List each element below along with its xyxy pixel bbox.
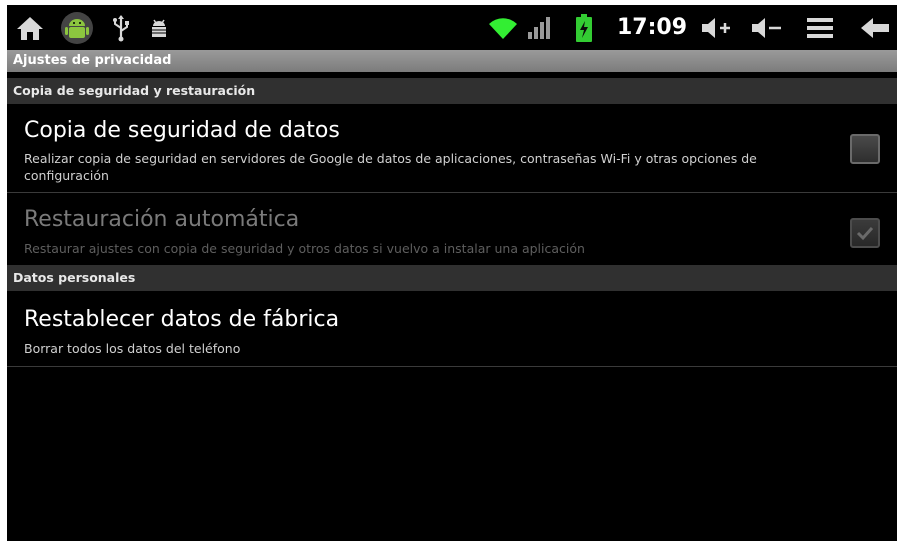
auto-restore-checkbox[interactable] — [850, 218, 880, 248]
pref-summary: Realizar copia de seguridad en servidore… — [24, 151, 757, 183]
pref-auto-restore[interactable]: Restauración automática Restaurar ajuste… — [7, 193, 897, 265]
checkmark-icon — [856, 226, 874, 241]
debug-icon — [147, 5, 171, 50]
pref-backup-data[interactable]: Copia de seguridad de datos Realizar cop… — [7, 104, 897, 192]
pref-title: Restablecer datos de fábrica — [24, 307, 340, 332]
pref-title: Copia de seguridad de datos — [24, 118, 340, 143]
status-bar: 17:09 — [7, 5, 897, 50]
page-title: Ajustes de privacidad — [7, 50, 897, 72]
wifi-icon — [485, 5, 521, 50]
device-screen: 17:09 Ajustes de privacidad Copia de seg… — [7, 5, 897, 541]
home-icon[interactable] — [13, 5, 47, 50]
pref-summary: Restaurar ajustes con copia de seguridad… — [24, 241, 585, 256]
signal-icon — [525, 5, 553, 50]
pref-title: Restauración automática — [24, 207, 300, 232]
section-header-personal: Datos personales — [7, 265, 897, 291]
pref-factory-reset[interactable]: Restablecer datos de fábrica Borrar todo… — [7, 291, 897, 365]
pref-summary: Borrar todos los datos del teléfono — [24, 341, 241, 356]
backup-data-checkbox[interactable] — [850, 134, 880, 164]
volume-up-icon[interactable] — [699, 5, 733, 50]
usb-icon — [109, 5, 133, 50]
back-icon[interactable] — [857, 5, 893, 50]
battery-icon — [573, 5, 595, 50]
menu-icon[interactable] — [803, 5, 837, 50]
section-header-backup: Copia de seguridad y restauración — [7, 78, 897, 104]
divider — [7, 366, 897, 367]
volume-down-icon[interactable] — [749, 5, 783, 50]
status-clock: 17:09 — [617, 15, 688, 40]
android-icon — [59, 5, 95, 50]
